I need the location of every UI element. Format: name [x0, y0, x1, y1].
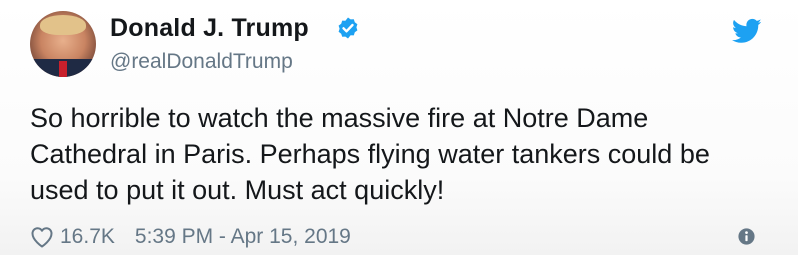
author-display-name[interactable]: Donald J. Trump — [110, 14, 309, 43]
tweet-timestamp[interactable]: 5:39 PM - Apr 15, 2019 — [135, 225, 351, 249]
author-handle[interactable]: @realDonaldTrump — [110, 50, 293, 74]
tweet-text: So horrible to watch the massive fire at… — [30, 103, 710, 205]
like-count[interactable]: 16.7K — [60, 225, 115, 249]
heart-icon[interactable] — [30, 226, 54, 248]
info-icon[interactable] — [738, 228, 755, 245]
tweet-footer: 16.7K 5:39 PM - Apr 15, 2019 — [30, 224, 351, 250]
avatar[interactable] — [30, 11, 96, 77]
tweet-card: Donald J. Trump @realDonaldTrump So horr… — [0, 0, 798, 255]
twitter-bird-icon[interactable] — [730, 16, 764, 46]
verified-badge-icon — [338, 17, 358, 39]
avatar-hair — [40, 15, 86, 35]
avatar-tie — [59, 61, 67, 77]
